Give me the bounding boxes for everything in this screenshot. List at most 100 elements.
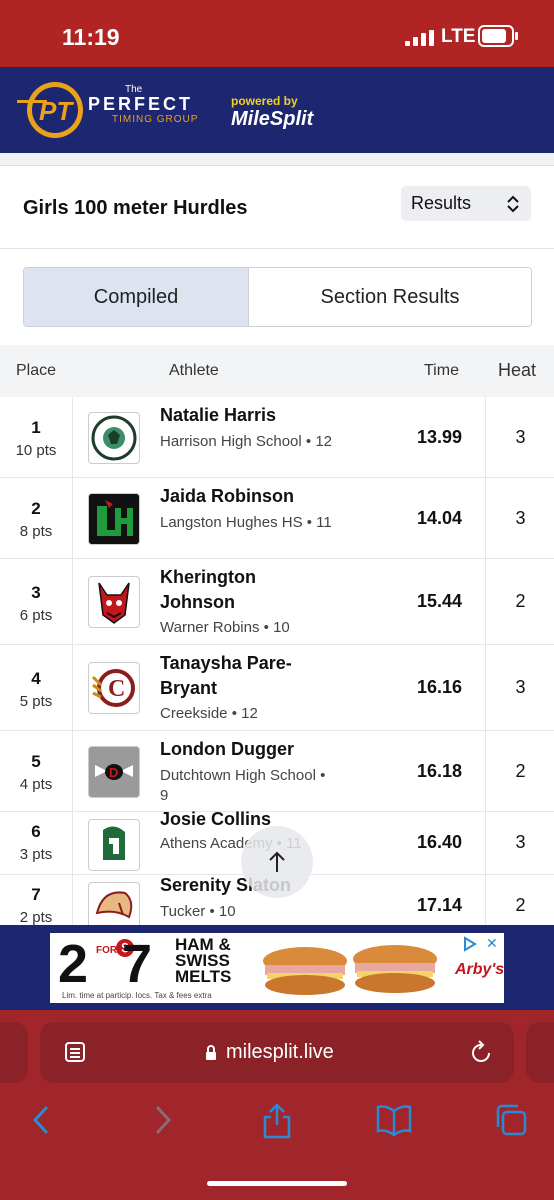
athens-spartan-logo-icon — [88, 819, 140, 871]
tabs-icon[interactable] — [494, 1103, 528, 1137]
scroll-to-top-button[interactable] — [241, 826, 313, 898]
status-time: 11:19 — [62, 24, 120, 50]
heat-value: 2 — [515, 591, 526, 611]
tucker-tiger-logo-icon — [88, 882, 140, 925]
place-number: 7 — [31, 885, 41, 904]
ad-brand: Arby's — [455, 961, 504, 978]
athlete-school: Tucker • 10 — [160, 903, 236, 920]
adchoices-icon[interactable] — [462, 936, 478, 952]
table-row[interactable]: 5 4 pts D London Dugger Dutchtown High S… — [0, 731, 554, 812]
heat-value: 3 — [515, 832, 526, 852]
home-indicator[interactable] — [207, 1181, 347, 1186]
athlete-school: Warner Robins • 10 — [160, 619, 290, 636]
back-icon[interactable] — [30, 1103, 54, 1137]
share-icon[interactable] — [262, 1103, 292, 1139]
place-number: 1 — [31, 418, 41, 437]
select-value: Results — [411, 193, 472, 213]
results-tabs: Compiled Section Results — [23, 267, 532, 327]
header-heat[interactable]: Heat — [498, 360, 536, 381]
place-points: 10 pts — [15, 442, 57, 459]
athlete-name[interactable]: London Dugger — [160, 737, 310, 762]
advertisement-banner[interactable]: 2 FOR $ 7 HAM & SWISS MELTS Lim. time at… — [50, 933, 504, 1003]
status-bar: 11:19 LTE — [0, 0, 554, 67]
table-row[interactable]: 4 5 pts C Tanaysha Pare-Bryant Creekside… — [0, 645, 554, 731]
athlete-school: Harrison High School • 12 — [160, 433, 333, 450]
place-number: 5 — [31, 752, 41, 771]
place-points: 8 pts — [19, 523, 53, 540]
bookmarks-icon[interactable] — [376, 1103, 412, 1137]
milesplit-logo[interactable]: MileSplit — [231, 108, 313, 131]
previous-tab-peek[interactable] — [0, 1022, 28, 1083]
time-value: 13.99 — [416, 427, 462, 447]
heat-value: 3 — [515, 508, 526, 528]
place-number: 6 — [31, 822, 41, 841]
tab-compiled[interactable]: Compiled — [24, 268, 249, 326]
time-value: 17.14 — [416, 895, 462, 915]
url-text[interactable]: milesplit.live — [226, 1041, 334, 1064]
forward-icon[interactable] — [150, 1103, 174, 1137]
athlete-name[interactable]: Tanaysha Pare-Bryant — [160, 651, 310, 701]
langston-hughes-logo-icon — [88, 493, 140, 545]
place-number: 2 — [31, 499, 41, 518]
lock-icon — [206, 1045, 216, 1060]
header-time[interactable]: Time — [424, 362, 459, 380]
table-row[interactable]: 1 10 pts Natalie Harris Harrison High Sc… — [0, 397, 554, 478]
place-cell: 5 4 pts — [0, 731, 73, 811]
place-cell: 1 10 pts — [0, 397, 73, 477]
ad-count: 2 — [58, 934, 89, 994]
place-number: 3 — [31, 583, 41, 602]
ad-product: HAM & SWISS MELTS — [175, 936, 231, 985]
header-athlete[interactable]: Athlete — [169, 362, 219, 380]
place-points: 3 pts — [19, 846, 53, 863]
heat-value: 2 — [515, 895, 526, 915]
heat-cell: 2 — [485, 875, 554, 925]
time-value: 14.04 — [416, 508, 462, 528]
place-points: 2 pts — [19, 909, 53, 926]
time-value: 16.16 — [416, 677, 462, 697]
athlete-name[interactable]: Natalie Harris — [160, 403, 310, 428]
warner-robins-demon-logo-icon — [88, 576, 140, 628]
powered-by-label: powered by — [231, 94, 298, 108]
arrow-up-icon — [269, 851, 285, 872]
logo-perfect-text: PERFECT — [88, 94, 194, 114]
heat-cell: 2 — [485, 731, 554, 811]
ad-price: 7 — [122, 934, 153, 994]
athlete-school: Creekside • 12 — [160, 705, 258, 722]
athlete-name[interactable]: Jaida Robinson — [160, 484, 310, 509]
ad-close-icon[interactable]: ✕ — [486, 935, 498, 952]
header-place[interactable]: Place — [16, 362, 56, 380]
place-cell: 4 5 pts — [0, 645, 73, 730]
place-cell: 2 8 pts — [0, 478, 73, 558]
table-row[interactable]: 3 6 pts Kherington Johnson Warner Robins… — [0, 559, 554, 645]
place-points: 4 pts — [19, 776, 53, 793]
event-title: Girls 100 meter Hurdles — [23, 197, 248, 219]
time-value: 15.44 — [416, 591, 462, 611]
logo-timing-text: TIMING GROUP — [112, 114, 199, 125]
athlete-school: Langston Hughes HS • 11 — [160, 514, 332, 531]
place-points: 5 pts — [19, 693, 53, 710]
reload-icon[interactable] — [469, 1039, 493, 1065]
results-view-select[interactable]: Results — [401, 186, 531, 221]
sandwich-image — [263, 945, 437, 995]
battery-icon — [478, 25, 518, 47]
chevron-updown-icon — [507, 195, 519, 213]
creekside-c-logo-icon: C — [88, 662, 140, 714]
table-header: Place Athlete Time Heat — [0, 345, 554, 397]
table-row[interactable]: 2 8 pts Jaida Robinson Langston Hughes H… — [0, 478, 554, 559]
heat-cell: 3 — [485, 812, 554, 874]
heat-cell: 3 — [485, 645, 554, 730]
heat-cell: 2 — [485, 559, 554, 644]
place-number: 4 — [31, 669, 41, 688]
svg-text:C: C — [108, 676, 125, 702]
place-cell: 3 6 pts — [0, 559, 73, 644]
place-cell: 7 2 pts — [0, 875, 73, 925]
perfect-timing-logo-icon[interactable]: PT — [17, 78, 87, 142]
header-gap — [0, 153, 554, 165]
next-tab-peek[interactable] — [526, 1022, 554, 1083]
tab-section-results[interactable]: Section Results — [249, 268, 531, 326]
page-menu-icon[interactable] — [63, 1040, 87, 1064]
heat-cell: 3 — [485, 397, 554, 477]
logo-initials: PT — [39, 96, 74, 126]
heat-value: 3 — [515, 427, 526, 447]
athlete-name[interactable]: Kherington Johnson — [160, 565, 310, 615]
